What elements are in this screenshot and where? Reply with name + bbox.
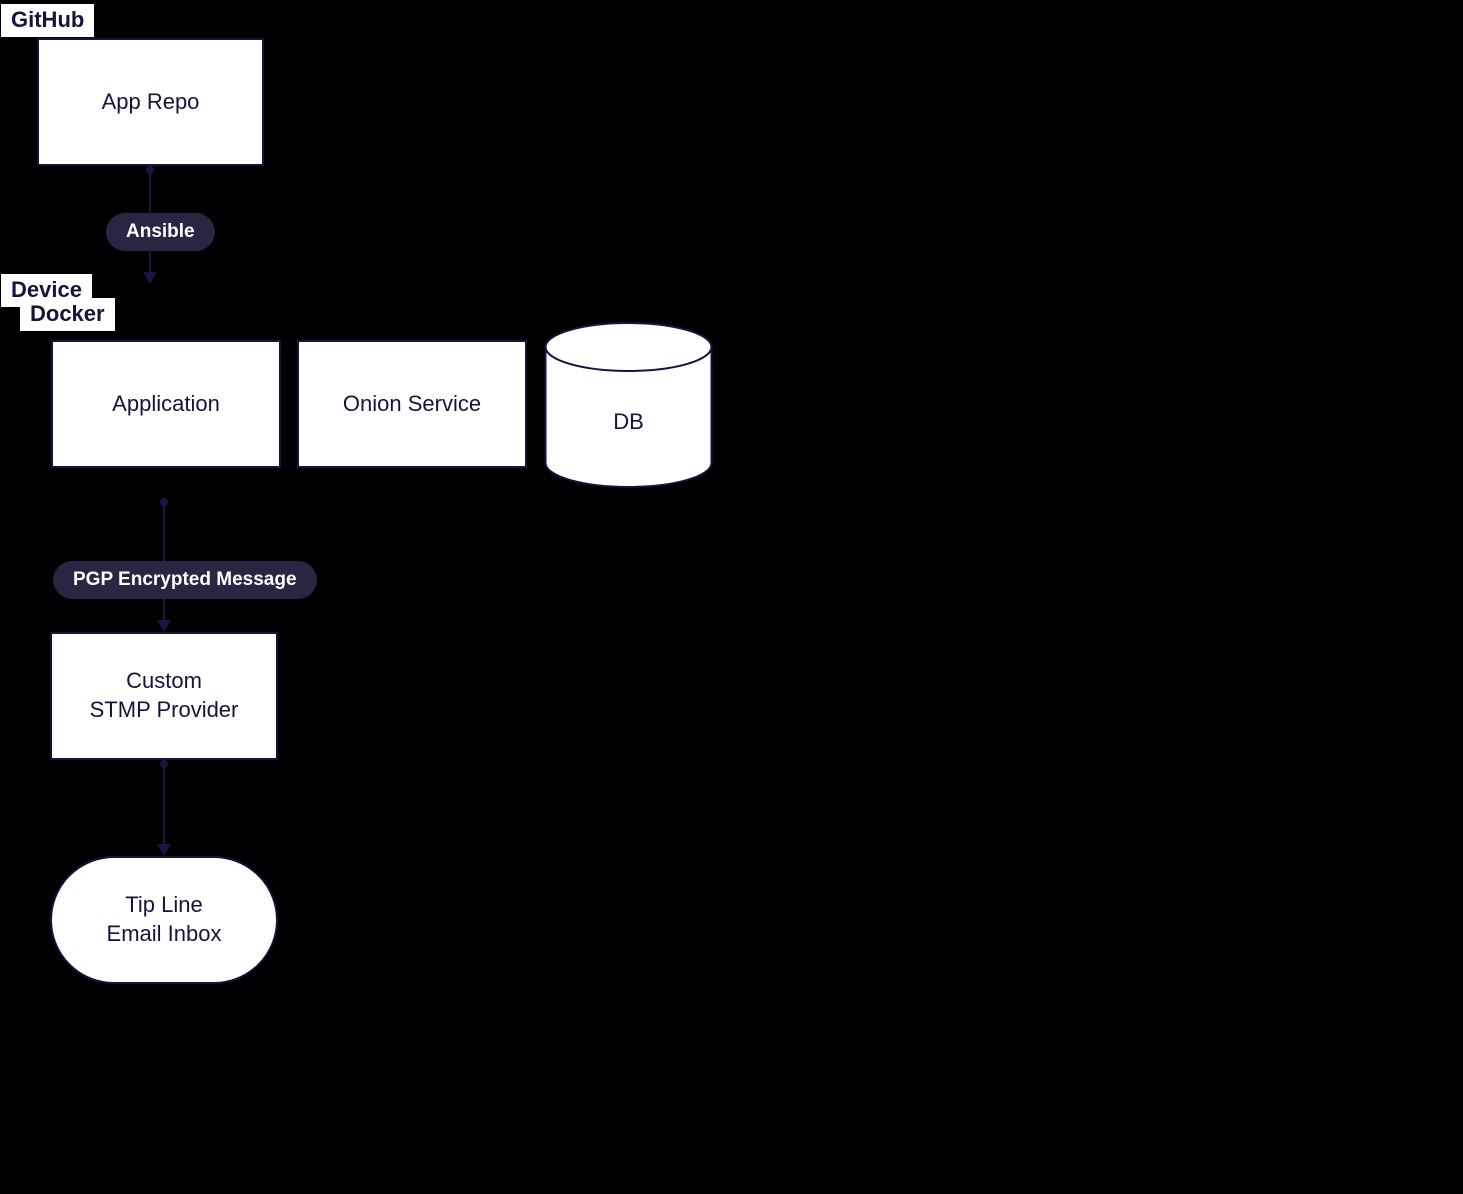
tip-line-node: Tip Line Email Inbox bbox=[50, 856, 278, 984]
db-label: DB bbox=[543, 409, 714, 435]
onion-service-label: Onion Service bbox=[343, 390, 481, 419]
arrow-line bbox=[163, 764, 165, 846]
onion-service-node: Onion Service bbox=[297, 340, 527, 468]
arrow-head-icon bbox=[157, 844, 171, 856]
db-node: DB bbox=[543, 321, 714, 489]
pgp-pill: PGP Encrypted Message bbox=[53, 561, 317, 599]
custom-smtp-label: Custom STMP Provider bbox=[90, 667, 239, 724]
ansible-pill: Ansible bbox=[106, 213, 215, 251]
docker-tag: Docker bbox=[20, 298, 115, 331]
app-repo-label: App Repo bbox=[102, 88, 200, 117]
app-repo-node: App Repo bbox=[37, 38, 264, 166]
application-node: Application bbox=[51, 340, 281, 468]
arrow-head-icon bbox=[157, 620, 171, 632]
custom-smtp-node: Custom STMP Provider bbox=[50, 632, 278, 760]
arrow-head-icon bbox=[143, 272, 157, 284]
application-label: Application bbox=[112, 390, 220, 419]
tip-line-label: Tip Line Email Inbox bbox=[107, 891, 222, 948]
github-tag: GitHub bbox=[1, 4, 94, 37]
